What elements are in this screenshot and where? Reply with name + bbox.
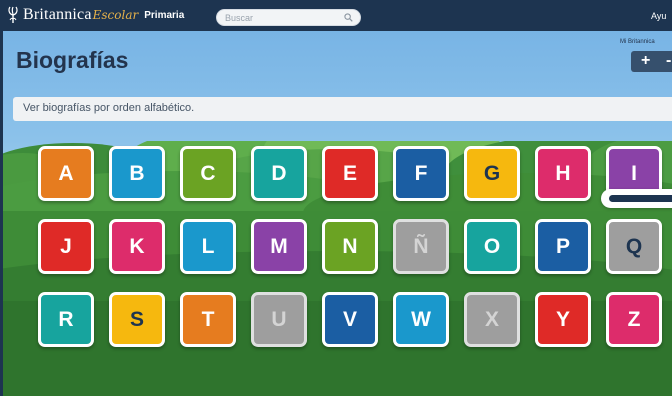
letter-label: C xyxy=(200,161,216,185)
letter-tile-e[interactable]: E xyxy=(322,146,378,201)
logo-brand-text: Britannica xyxy=(23,6,92,23)
letter-label: O xyxy=(483,234,501,258)
letter-tile-m[interactable]: M xyxy=(251,219,307,274)
my-britannica-label: Mi Britannica xyxy=(620,39,655,45)
letter-label: R xyxy=(58,307,74,331)
letter-tile-h[interactable]: H xyxy=(535,146,591,201)
letter-tile-o[interactable]: O xyxy=(464,219,520,274)
help-link[interactable]: Ayu xyxy=(651,11,666,21)
logo-product-text: Escolar xyxy=(92,8,139,22)
thistle-icon xyxy=(8,6,18,23)
letter-label: D xyxy=(271,161,287,185)
letter-label: Q xyxy=(625,234,643,258)
letter-label: Z xyxy=(627,307,641,331)
letter-tile-n[interactable]: N xyxy=(322,219,378,274)
letter-label: F xyxy=(414,161,428,185)
page-title: Biografías xyxy=(16,47,129,73)
letter-label: I xyxy=(631,161,637,185)
letter-label: Ñ xyxy=(413,234,429,258)
zoom-controls: + - xyxy=(631,51,672,72)
letter-tile-l[interactable]: L xyxy=(180,219,236,274)
letter-tile-j[interactable]: J xyxy=(38,219,94,274)
scroll-handle[interactable] xyxy=(601,189,672,208)
letter-label: S xyxy=(129,307,144,331)
level-label: Primaria xyxy=(144,9,185,21)
scroll-handle-bar xyxy=(609,195,672,202)
letter-tile-r[interactable]: R xyxy=(38,292,94,347)
zoom-in-button[interactable]: + xyxy=(641,52,650,70)
top-navigation-bar: Britannica Escolar Primaria Ayu xyxy=(0,0,672,31)
letter-label: Y xyxy=(555,307,570,331)
letter-tile-v[interactable]: V xyxy=(322,292,378,347)
letter-tile-ñ: Ñ xyxy=(393,219,449,274)
letter-label: K xyxy=(129,234,145,258)
letter-tile-b[interactable]: B xyxy=(109,146,165,201)
letter-tile-k[interactable]: K xyxy=(109,219,165,274)
letter-tile-p[interactable]: P xyxy=(535,219,591,274)
letter-label: P xyxy=(555,234,570,258)
letter-label: X xyxy=(484,307,499,331)
letter-label: A xyxy=(58,161,74,185)
letter-label: M xyxy=(270,234,288,258)
letter-tile-t[interactable]: T xyxy=(180,292,236,347)
alphabetical-order-bar: Ver biografías por orden alfabético. xyxy=(13,97,672,121)
letter-tile-g[interactable]: G xyxy=(464,146,520,201)
letter-label: V xyxy=(342,307,357,331)
letter-label: B xyxy=(129,161,145,185)
letter-tile-d[interactable]: D xyxy=(251,146,307,201)
letter-label: U xyxy=(271,307,287,331)
search-box[interactable] xyxy=(216,9,361,26)
search-input[interactable] xyxy=(225,11,335,24)
letter-tile-c[interactable]: C xyxy=(180,146,236,201)
letter-tile-u: U xyxy=(251,292,307,347)
letter-tile-q[interactable]: Q xyxy=(606,219,662,274)
letter-label: J xyxy=(60,234,72,258)
letter-tile-s[interactable]: S xyxy=(109,292,165,347)
letter-label: N xyxy=(342,234,358,258)
letter-label: T xyxy=(201,307,215,331)
main-content: Biografías Mi Britannica + - Ver biograf… xyxy=(3,31,672,396)
letter-tile-y[interactable]: Y xyxy=(535,292,591,347)
letter-label: W xyxy=(411,307,431,331)
letter-label: G xyxy=(483,161,501,185)
letter-tile-f[interactable]: F xyxy=(393,146,449,201)
zoom-out-button[interactable]: - xyxy=(666,52,671,70)
search-icon[interactable] xyxy=(344,13,353,22)
britannica-escolar-logo[interactable]: Britannica Escolar Primaria xyxy=(6,5,184,25)
letter-label: L xyxy=(201,234,215,258)
letter-label: H xyxy=(555,161,571,185)
letter-tile-z[interactable]: Z xyxy=(606,292,662,347)
letter-tile-w[interactable]: W xyxy=(393,292,449,347)
letter-label: E xyxy=(342,161,357,185)
letter-tile-a[interactable]: A xyxy=(38,146,94,201)
letter-tile-x: X xyxy=(464,292,520,347)
alphabetical-order-text: Ver biografías por orden alfabético. xyxy=(23,102,195,114)
